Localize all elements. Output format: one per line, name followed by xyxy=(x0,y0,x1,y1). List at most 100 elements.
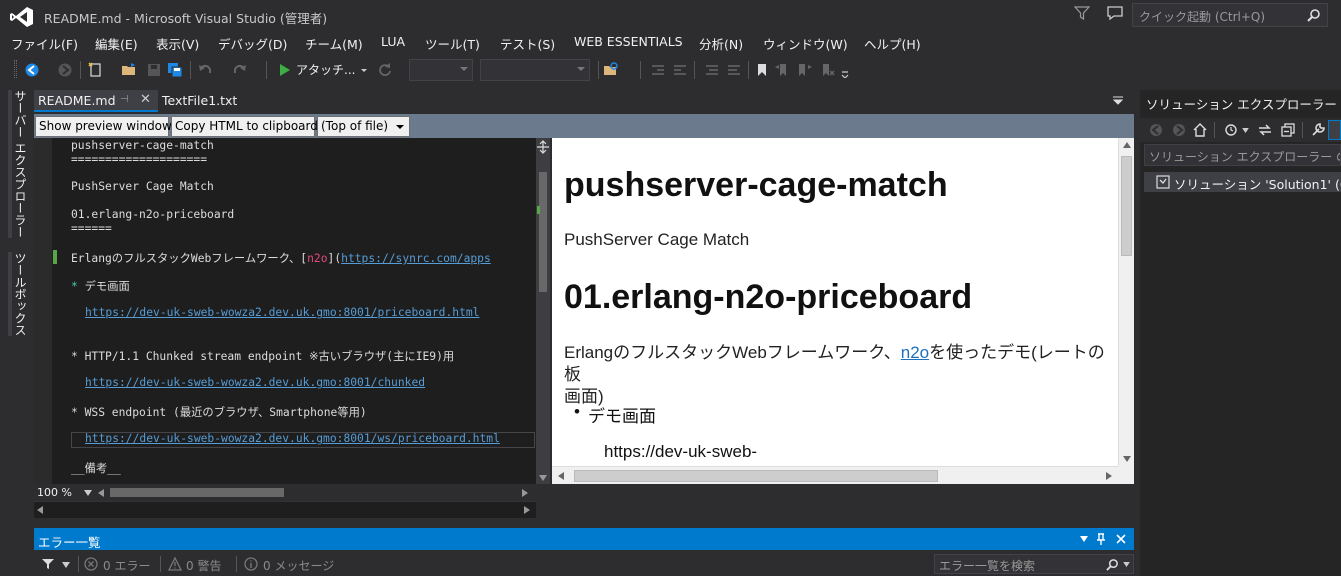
code-line: pushserver-cage-match xyxy=(71,139,214,152)
preview-vertical-scrollbar[interactable] xyxy=(1118,138,1134,466)
scroll-down-icon[interactable] xyxy=(1123,456,1131,462)
attach-button[interactable]: アタッチ... xyxy=(296,61,355,78)
scroll-left-icon[interactable] xyxy=(37,506,43,514)
scroll-right-icon[interactable] xyxy=(1106,472,1112,480)
outdent-icon[interactable] xyxy=(650,62,666,78)
tab-textfile1-txt[interactable]: TextFile1.txt xyxy=(162,90,272,112)
tab-readme-md[interactable]: README.md ⊣ ✕ xyxy=(34,90,158,112)
refresh-icon[interactable] xyxy=(377,62,393,78)
split-view-icon[interactable] xyxy=(536,140,550,154)
new-project-icon[interactable] xyxy=(88,62,104,78)
open-folder-icon[interactable] xyxy=(121,62,137,78)
code-link[interactable]: https://dev-uk-sweb-wowza2.dev.uk.gmo:80… xyxy=(85,376,425,389)
chevron-down-icon[interactable] xyxy=(1123,562,1130,567)
menu-web-essentials[interactable]: WEB ESSENTIALS xyxy=(574,34,683,49)
menu-tools[interactable]: ツール(T) xyxy=(425,34,480,53)
editor-vertical-scrollbar[interactable] xyxy=(536,138,550,484)
scroll-right-icon[interactable] xyxy=(524,506,530,514)
chevron-down-icon[interactable] xyxy=(1242,128,1249,133)
navigate-back-icon[interactable] xyxy=(1148,122,1164,138)
toolbox-tab[interactable]: ツールボックス xyxy=(8,252,29,336)
code-link[interactable]: https://dev-uk-sweb-wowza2.dev.uk.gmo:80… xyxy=(85,432,500,445)
menu-debug[interactable]: デバッグ(D) xyxy=(218,34,287,53)
sync-icon[interactable] xyxy=(1257,122,1273,138)
heading-select[interactable]: (Top of file) xyxy=(317,116,410,137)
scroll-up-icon[interactable] xyxy=(1123,142,1131,148)
scrollbar-thumb[interactable] xyxy=(539,172,547,292)
zoom-level[interactable]: 100 % xyxy=(37,486,72,499)
menu-help[interactable]: ヘルプ(H) xyxy=(864,34,921,53)
solution-explorer-search-input[interactable]: ソリューション エクスプローラー の xyxy=(1144,144,1341,166)
show-all-files-button[interactable] xyxy=(1328,120,1341,140)
toolbar-separator xyxy=(78,556,79,572)
find-in-files-icon[interactable] xyxy=(603,62,619,78)
chevron-down-icon[interactable] xyxy=(360,62,368,78)
markdown-editor[interactable]: pushserver-cage-match ==================… xyxy=(34,138,536,484)
navigate-forward-icon[interactable] xyxy=(1171,122,1187,138)
save-icon[interactable] xyxy=(146,62,162,78)
start-debugging-icon[interactable] xyxy=(277,62,293,78)
filter-icon[interactable] xyxy=(1074,5,1090,21)
menu-team[interactable]: チーム(M) xyxy=(305,34,363,53)
properties-wrench-icon[interactable] xyxy=(1310,122,1326,138)
scroll-right-icon[interactable] xyxy=(522,489,528,497)
scrollbar-thumb[interactable] xyxy=(1121,156,1132,256)
server-explorer-tab[interactable]: サーバー エクスプローラー xyxy=(8,90,29,238)
preview-link[interactable]: n2o xyxy=(901,343,929,362)
pin-icon[interactable]: ⊣ xyxy=(120,94,129,105)
collapse-all-icon[interactable] xyxy=(1280,122,1296,138)
scrollbar-thumb[interactable] xyxy=(574,470,938,482)
previous-bookmark-icon[interactable] xyxy=(774,62,790,78)
clear-bookmarks-icon[interactable] xyxy=(819,62,835,78)
quick-launch-input[interactable]: クイック起動 (Ctrl+Q) xyxy=(1132,3,1328,27)
chevron-down-icon[interactable] xyxy=(84,490,92,496)
chevron-down-icon[interactable] xyxy=(1080,536,1088,542)
comment-icon[interactable] xyxy=(704,62,720,78)
pending-changes-filter-icon[interactable] xyxy=(1224,122,1240,138)
filter-icon[interactable] xyxy=(42,558,54,570)
redo-icon[interactable] xyxy=(232,62,248,78)
menu-view[interactable]: 表示(V) xyxy=(156,34,199,53)
menu-test[interactable]: テスト(S) xyxy=(500,34,555,53)
markdown-preview-pane[interactable]: pushserver-cage-match PushServer Cage Ma… xyxy=(552,138,1118,466)
home-icon[interactable] xyxy=(1192,122,1208,138)
scrollbar-thumb[interactable] xyxy=(110,488,284,497)
toolbar-grip[interactable] xyxy=(14,60,17,78)
save-all-icon[interactable] xyxy=(167,62,183,78)
tab-overflow-dropdown-icon[interactable] xyxy=(1111,94,1125,106)
scroll-left-icon[interactable] xyxy=(98,489,104,497)
scroll-left-icon[interactable] xyxy=(558,472,564,480)
toolbar-overflow-icon[interactable] xyxy=(840,62,850,78)
indent-icon[interactable] xyxy=(672,62,688,78)
chevron-down-icon[interactable] xyxy=(62,562,70,568)
error-count-button[interactable]: 0 エラー xyxy=(103,557,150,574)
menu-lua[interactable]: LUA xyxy=(381,34,405,49)
navigate-forward-icon[interactable] xyxy=(57,62,73,78)
bookmark-icon[interactable] xyxy=(754,62,770,78)
platform-combo[interactable] xyxy=(480,59,590,81)
menu-window[interactable]: ウィンドウ(W) xyxy=(763,34,848,53)
solution-tree-item[interactable]: ソリューション 'Solution1' (0 xyxy=(1144,172,1341,192)
pin-icon[interactable] xyxy=(1096,533,1106,545)
next-bookmark-icon[interactable] xyxy=(797,62,813,78)
close-icon[interactable]: ✕ xyxy=(140,92,151,107)
undo-icon[interactable] xyxy=(197,62,213,78)
preview-horizontal-scrollbar[interactable] xyxy=(552,466,1118,484)
code-link[interactable]: https://dev-uk-sweb-wowza2.dev.uk.gmo:80… xyxy=(85,306,479,319)
feedback-icon[interactable] xyxy=(1106,5,1124,21)
close-icon[interactable] xyxy=(1116,534,1126,544)
menu-file[interactable]: ファイル(F) xyxy=(11,34,78,53)
editor-horizontal-scrollbar[interactable] xyxy=(34,501,536,518)
show-preview-window-button[interactable]: Show preview window xyxy=(35,116,172,137)
menu-analyze[interactable]: 分析(N) xyxy=(699,34,743,53)
warning-count-button[interactable]: 0 警告 xyxy=(186,557,221,574)
navigate-back-icon[interactable] xyxy=(24,62,40,78)
code-link[interactable]: https://synrc.com/apps xyxy=(341,252,491,265)
menu-edit[interactable]: 編集(E) xyxy=(95,34,138,53)
scroll-down-icon[interactable] xyxy=(539,475,547,481)
error-list-search-input[interactable]: エラー一覧を検索 xyxy=(934,554,1134,574)
uncomment-icon[interactable] xyxy=(726,62,742,78)
message-count-button[interactable]: 0 メッセージ xyxy=(263,557,334,574)
copy-html-button[interactable]: Copy HTML to clipboard xyxy=(171,116,318,137)
configuration-combo[interactable] xyxy=(409,59,473,81)
